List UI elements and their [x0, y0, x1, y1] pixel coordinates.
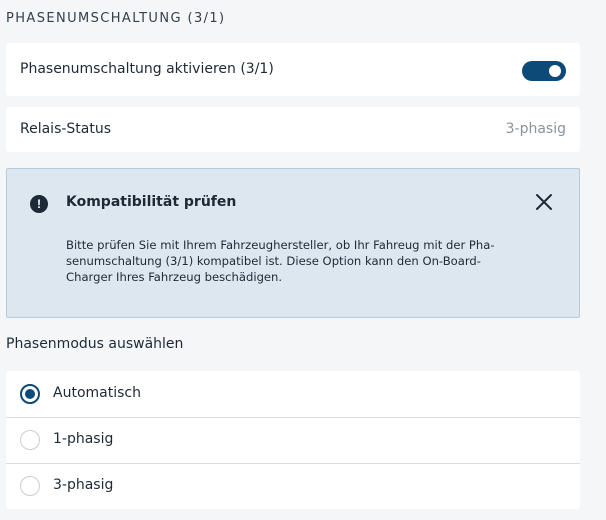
- radio-option-automatic[interactable]: Automatisch: [6, 371, 580, 418]
- relay-status-card: Relais-Status 3-phasig: [6, 107, 580, 152]
- relay-status-label: Relais-Status: [20, 121, 112, 137]
- radio-option-1-phase[interactable]: 1-phasig: [6, 417, 580, 464]
- radio-label: 3-phasig: [53, 477, 114, 493]
- phase-switch-card: Phasenumschaltung aktivieren (3/1): [6, 43, 580, 96]
- radio-button[interactable]: [20, 430, 40, 450]
- alert-body-line: Charger Ihres Fahrzeug beschädigen.: [66, 270, 283, 284]
- alert-body-line: senumschaltung (3/1) kompatibel ist. Die…: [66, 254, 481, 268]
- phase-switch-toggle[interactable]: [522, 61, 566, 81]
- compatibility-alert: ! Kompatibilität prüfen Bitte prüfen Sie…: [6, 168, 580, 318]
- radio-label: 1-phasig: [53, 431, 114, 447]
- phase-mode-heading: Phasenmodus auswählen: [6, 336, 184, 352]
- toggle-knob: [549, 65, 561, 77]
- radio-button[interactable]: [20, 476, 40, 496]
- alert-body-line: Bitte prüfen Sie mit Ihrem Fahrzeugherst…: [66, 238, 495, 252]
- section-title: PHASENUMSCHALTUNG (3/1): [6, 11, 226, 26]
- exclamation-icon: !: [30, 195, 48, 213]
- radio-button[interactable]: [20, 384, 40, 404]
- relay-status-value: 3-phasig: [505, 121, 566, 137]
- alert-body: Bitte prüfen Sie mit Ihrem Fahrzeugherst…: [66, 237, 521, 285]
- radio-label: Automatisch: [53, 385, 141, 401]
- close-icon[interactable]: [533, 191, 555, 213]
- alert-title: Kompatibilität prüfen: [66, 194, 237, 210]
- phase-switch-label: Phasenumschaltung aktivieren (3/1): [20, 61, 274, 77]
- phase-mode-radio-group: Automatisch 1-phasig 3-phasig: [6, 371, 580, 509]
- radio-option-3-phase[interactable]: 3-phasig: [6, 463, 580, 509]
